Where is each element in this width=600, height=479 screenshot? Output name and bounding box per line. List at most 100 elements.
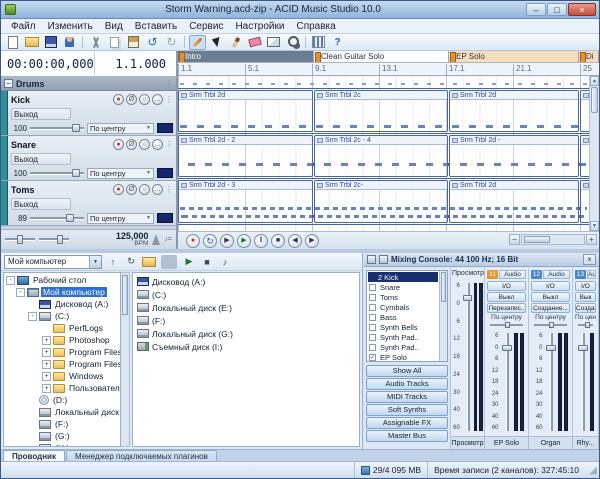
channel-checkbox[interactable] (369, 353, 376, 361)
channel-list-item[interactable]: Cymbals (368, 302, 438, 312)
strip-name[interactable]: Rhy... (573, 437, 599, 449)
midi-clip[interactable]: Srm Trbl 2c (314, 90, 448, 132)
scrollbar-thumb[interactable] (591, 87, 598, 113)
scroll-up-icon[interactable]: ▲ (590, 76, 599, 86)
filter-button[interactable]: Show All (366, 365, 448, 377)
menu-item[interactable]: Справка (290, 20, 341, 33)
channel-checkbox[interactable] (369, 303, 376, 311)
snare-track-lane[interactable]: Srm Trbl 2d - 2 Srm Trbl 2c - 4 Srm Trbl… (178, 134, 589, 179)
close-button[interactable]: × (568, 3, 596, 16)
tree-expander[interactable]: - (28, 311, 37, 321)
stop-preview-button[interactable]: ■ (199, 255, 215, 269)
solo-button[interactable]: ○ (139, 139, 150, 150)
pan-slider[interactable] (534, 322, 567, 328)
volume-slider[interactable] (30, 123, 84, 133)
tree-expander[interactable]: + (42, 347, 51, 357)
go-to-end-button[interactable]: ▶ (305, 233, 319, 248)
paint-tool-button[interactable] (227, 35, 244, 50)
play-from-start-button[interactable]: ▶ (220, 233, 234, 248)
output-device-button[interactable]: Выход (11, 153, 71, 165)
beats-display[interactable]: 1.1.000 (93, 51, 176, 76)
collapse-group-icon[interactable]: − (4, 79, 13, 88)
track-fx-button[interactable]: … (152, 184, 163, 195)
undo-button[interactable]: ↺ (144, 35, 161, 50)
copy-button[interactable] (106, 35, 123, 50)
tree-item[interactable]: Дисковод (A:) (4, 298, 120, 310)
strip-name[interactable]: EP Solo (485, 437, 529, 449)
channel-list-item[interactable]: EP Solo (368, 352, 438, 361)
tree-expander[interactable]: - (6, 275, 15, 285)
midi-clip[interactable]: Srm Trbl 2d - 2 (178, 135, 313, 177)
toms-track-lane[interactable]: Srm Trbl 2d - 3 Srm Trbl 2c- Srm Trbl 2d (178, 179, 589, 225)
tree-item[interactable]: PerfLogs (4, 322, 120, 334)
tree-expander[interactable]: + (42, 359, 51, 369)
resize-grip[interactable]: ◢ (585, 465, 599, 476)
metronome-icon[interactable] (152, 234, 161, 245)
track-header[interactable]: Toms ● Ø ○ … ⋮ Выход 89 По центру ▼ (1, 181, 176, 226)
track-group-header[interactable]: − Drums ⋮ (1, 77, 176, 91)
midi-clip[interactable]: Srm Trbl 2d - 3 (178, 180, 313, 223)
channel-checkbox[interactable] (369, 283, 376, 291)
maximize-button[interactable]: □ (547, 3, 567, 16)
section-marker[interactable]: Clean Guitar Solo (314, 51, 449, 62)
tree-item[interactable]: - Рабочий стол (4, 274, 120, 286)
mixing-console-titlebar[interactable]: Mixing Console: 44 100 Hz; 16 Bit × (364, 253, 599, 267)
menu-item[interactable]: Вставить (129, 20, 183, 33)
address-combo[interactable]: Мой компьютер ▼ (4, 254, 102, 269)
channel-checkbox[interactable] (369, 293, 376, 301)
start-preview-button[interactable]: ▶ (181, 255, 197, 269)
beat-ruler[interactable]: 1.1 5.1 9.1 13.1 17.1 21.1 25 (178, 63, 599, 76)
midi-clip[interactable]: S (580, 180, 589, 223)
cut-button[interactable] (87, 35, 104, 50)
midi-clip[interactable]: S (580, 135, 589, 177)
new-folder-button[interactable] (141, 255, 157, 269)
mute-button[interactable]: Вык (575, 292, 596, 302)
channel-list-item[interactable]: Synth Pad.. (368, 342, 438, 352)
tree-item[interactable]: (G:) (4, 430, 120, 442)
preview-fader[interactable] (462, 281, 472, 433)
tree-expander[interactable]: + (42, 371, 51, 381)
volume-fader[interactable] (577, 331, 588, 433)
mute-button[interactable]: Ø (126, 139, 137, 150)
channel-list-scrollbar[interactable] (439, 271, 447, 361)
pan-slider[interactable] (578, 322, 593, 328)
device-button[interactable]: Перезапис.. (487, 303, 526, 313)
channel-checkbox[interactable] (369, 323, 376, 331)
go-to-start-button[interactable]: ◀ (288, 233, 302, 248)
file-list-item[interactable]: Локальный диск (E:) (135, 301, 359, 314)
midi-clip[interactable]: Srm Trbl 2c - 4 (314, 135, 448, 177)
io-button[interactable]: I/O (531, 281, 570, 291)
track-name[interactable]: Snare (11, 140, 111, 150)
volume-slider-thumb[interactable] (66, 214, 74, 222)
menu-item[interactable]: Сервис (183, 20, 229, 33)
zoom-slider[interactable] (39, 235, 69, 244)
track-fx-button[interactable]: … (152, 94, 163, 105)
record-arm-button[interactable]: ● (113, 184, 124, 195)
output-device-button[interactable]: Выход (11, 108, 71, 120)
io-button[interactable]: I/O (487, 281, 526, 291)
strip-name[interactable]: Organ (529, 437, 573, 449)
file-list-item[interactable]: (F:) (135, 314, 359, 327)
record-arm-button[interactable]: ● (113, 94, 124, 105)
tree-expander[interactable] (28, 408, 37, 417)
auto-preview-button[interactable]: ♪ (217, 255, 233, 269)
filter-button[interactable]: Audio Tracks (366, 378, 448, 390)
filter-button[interactable]: Soft Synths (366, 404, 448, 416)
midi-clip[interactable]: Srm Trbl 2d (449, 90, 579, 132)
tree-item[interactable]: (F:) (4, 418, 120, 430)
volume-fader[interactable] (545, 331, 556, 433)
pan-slider[interactable] (490, 322, 523, 328)
zoom-in-button[interactable]: + (586, 234, 597, 245)
channel-checkbox[interactable] (369, 333, 376, 341)
solo-button[interactable]: ○ (139, 184, 150, 195)
volume-slider-thumb[interactable] (72, 169, 80, 177)
section-marker[interactable]: Di (579, 51, 599, 62)
file-list-item[interactable]: (C:) (135, 288, 359, 301)
tree-expander[interactable] (28, 300, 37, 309)
filter-button[interactable]: Assignable FX (366, 417, 448, 429)
tree-expander[interactable] (28, 396, 37, 405)
strip-name[interactable]: Просмотр (451, 437, 485, 449)
tree-expander[interactable]: + (42, 335, 51, 345)
mute-button[interactable]: Выкл (487, 292, 526, 302)
tree-item[interactable]: + Program Files (4, 346, 120, 358)
